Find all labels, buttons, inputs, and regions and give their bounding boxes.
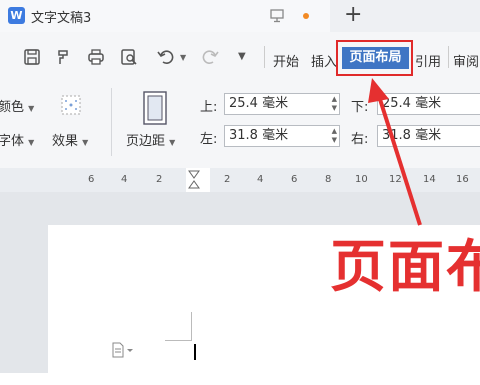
arrow-head [368, 78, 389, 103]
annotation-arrow [368, 78, 422, 226]
